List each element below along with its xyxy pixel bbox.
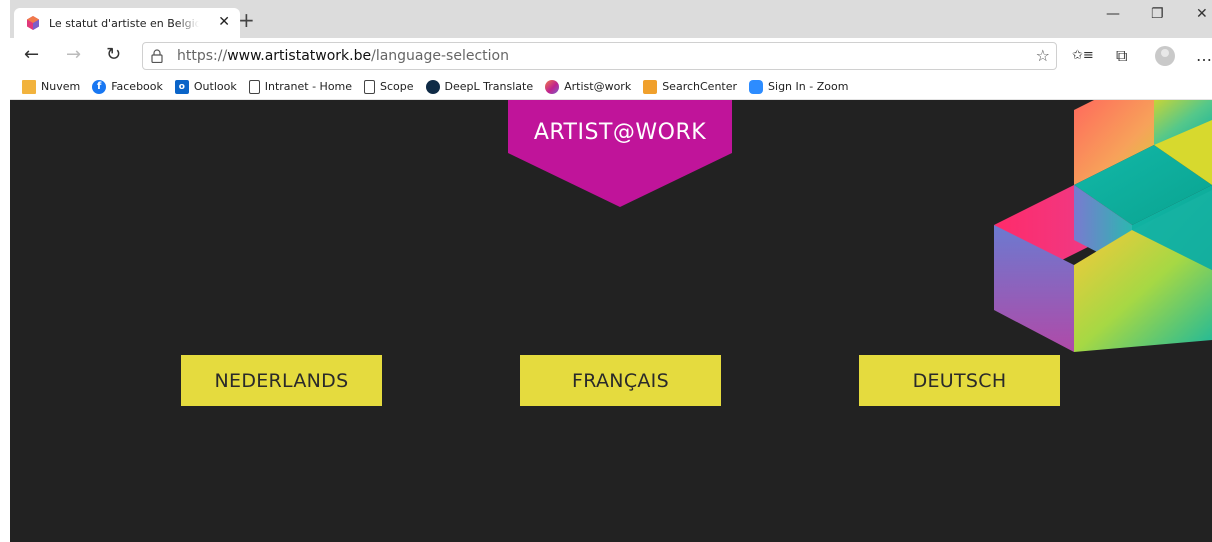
close-window-button[interactable]: ✕ — [1196, 6, 1208, 22]
zoom-icon — [749, 79, 764, 94]
page-content: ARTIST@WORK NEDERLANDS FRANÇAIS DEUTSCH — [10, 100, 1212, 542]
artistatwork-favicon-icon — [27, 16, 39, 30]
more-menu-icon[interactable]: … — [1196, 46, 1212, 65]
bookmark-label: Scope — [380, 80, 414, 93]
refresh-button[interactable]: ↻ — [106, 46, 121, 64]
bookmarks-bar: Nuvem f Facebook o Outlook Intranet - Ho… — [10, 74, 1212, 100]
bookmark-label: Nuvem — [41, 80, 81, 93]
language-button-francais[interactable]: FRANÇAIS — [520, 355, 721, 406]
url-scheme: https:// — [177, 48, 228, 64]
language-button-nederlands[interactable]: NEDERLANDS — [181, 355, 382, 406]
url-input[interactable]: https://www.artistatwork.be/language-sel… — [142, 42, 1057, 70]
bookmark-label: Sign In - Zoom — [768, 80, 849, 93]
url-text: https://www.artistatwork.be/language-sel… — [177, 48, 509, 64]
new-tab-button[interactable]: + — [238, 10, 255, 30]
favorite-star-icon[interactable]: ☆ — [1036, 46, 1050, 65]
bookmark-nuvem[interactable]: Nuvem — [22, 79, 81, 94]
bookmark-label: DeepL Translate — [444, 80, 534, 93]
profile-avatar[interactable] — [1155, 46, 1175, 66]
address-bar-row: ← → ↻ https://www.artistatwork.be/langua… — [10, 38, 1212, 74]
decorative-cubes-graphic — [994, 100, 1212, 352]
bookmark-artistatwork[interactable]: Artist@work — [545, 79, 632, 94]
back-button[interactable]: ← — [24, 46, 39, 64]
bookmark-searchcenter[interactable]: SearchCenter — [643, 79, 738, 94]
window-edge — [0, 0, 10, 542]
bookmark-label: Outlook — [193, 80, 237, 93]
logo-banner — [508, 100, 732, 207]
site-logo-text[interactable]: ARTIST@WORK — [508, 120, 732, 145]
facebook-icon: f — [92, 79, 107, 94]
browser-tab[interactable]: Le statut d'artiste en Belgique | A ✕ — [14, 8, 240, 38]
folder-icon — [22, 79, 36, 94]
minimize-button[interactable]: — — [1106, 6, 1120, 22]
page-icon — [248, 79, 260, 94]
tab-close-icon[interactable]: ✕ — [218, 14, 230, 30]
forward-button[interactable]: → — [66, 46, 81, 64]
bookmark-facebook[interactable]: f Facebook — [92, 79, 163, 94]
url-host: www.artistatwork.be — [227, 48, 372, 64]
bookmark-outlook[interactable]: o Outlook — [174, 79, 237, 94]
tab-title: Le statut d'artiste en Belgique | A — [49, 16, 199, 30]
deepl-icon — [425, 79, 440, 94]
bookmark-scope[interactable]: Scope — [364, 79, 414, 94]
outlook-icon: o — [174, 79, 189, 94]
bookmark-zoom[interactable]: Sign In - Zoom — [749, 79, 849, 94]
searchcenter-icon — [643, 79, 658, 94]
language-button-deutsch[interactable]: DEUTSCH — [859, 355, 1060, 406]
tab-bar: Le statut d'artiste en Belgique | A ✕ + … — [10, 0, 1212, 38]
collections-icon[interactable]: ⧉ — [1116, 46, 1127, 66]
bookmark-label: Facebook — [111, 80, 163, 93]
lock-icon — [151, 49, 163, 63]
artistatwork-icon — [545, 79, 560, 94]
bookmark-label: Intranet - Home — [264, 80, 353, 93]
bookmark-label: SearchCenter — [662, 80, 738, 93]
restore-button[interactable]: ❐ — [1151, 6, 1164, 22]
url-path: /language-selection — [371, 48, 509, 64]
page-icon — [364, 79, 376, 94]
bookmark-deepl[interactable]: DeepL Translate — [425, 79, 534, 94]
favorites-list-icon[interactable]: ✩≡ — [1072, 48, 1094, 63]
bookmark-label: Artist@work — [564, 80, 632, 93]
bookmark-intranet-home[interactable]: Intranet - Home — [248, 79, 353, 94]
